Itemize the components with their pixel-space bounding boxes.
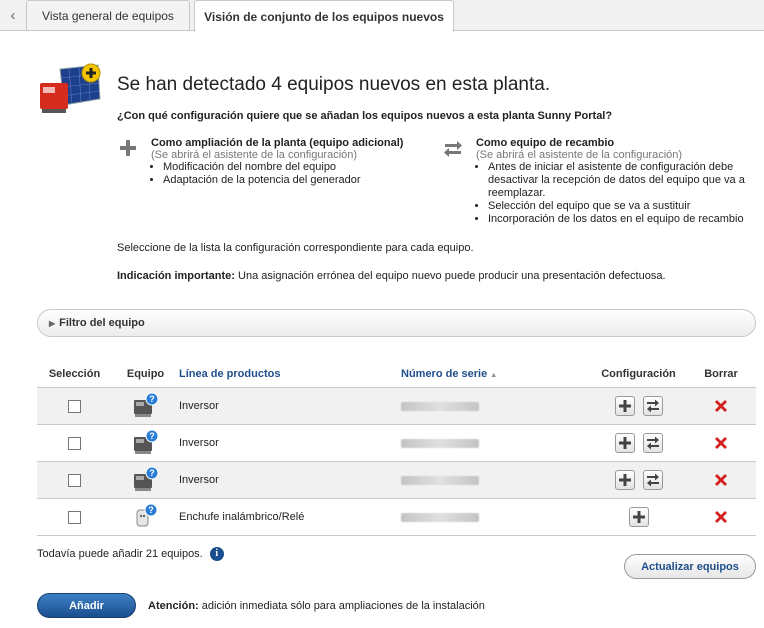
row-checkbox[interactable] (68, 510, 81, 524)
option-extension: Como ampliación de la planta (equipo adi… (151, 137, 441, 187)
table-row: ? Inversor (37, 461, 756, 499)
row-product-line: Inversor (179, 387, 401, 425)
remaining-devices: Todavía puede añadir 21 equipos. i (37, 547, 224, 561)
row-product-line: Enchufe inalámbrico/Relé (179, 498, 401, 536)
important-label: Indicación importante: (117, 270, 235, 282)
add-as-replacement-button[interactable] (642, 396, 663, 416)
row-product-line: Inversor (179, 461, 401, 499)
attention-note: Atención: adición inmediata sólo para am… (148, 600, 485, 612)
serial-number-redacted (401, 512, 479, 522)
update-devices-button[interactable]: Actualizar equipos (624, 554, 756, 579)
inverter-icon: ? (133, 392, 158, 417)
tab-bar: ‹ Vista general de equipos Visión de con… (0, 0, 764, 32)
row-checkbox[interactable] (68, 436, 81, 450)
table-row: ? Inversor (37, 387, 756, 425)
option-extension-item: Adaptación de la potencia del generador (163, 174, 441, 187)
table-row: ? Enchufe inalámbrico/Relé (37, 498, 756, 536)
attention-label: Atención: (148, 600, 199, 612)
option-replacement-item: Incorporación de los datos en el equipo … (488, 213, 756, 226)
inverter-icon: ? (133, 429, 158, 454)
page-title: Se han detectado 4 equipos nuevos en est… (117, 74, 551, 95)
attention-text: adición inmediata sólo para ampliaciones… (198, 600, 485, 612)
option-extension-heading: Como ampliación de la planta (equipo adi… (151, 137, 404, 149)
row-checkbox[interactable] (68, 473, 81, 487)
option-extension-item: Modificación del nombre del equipo (163, 161, 441, 174)
plus-icon (120, 140, 136, 156)
col-product-line[interactable]: Línea de productos (179, 360, 401, 388)
row-product-line: Inversor (179, 424, 401, 462)
option-extension-note: (Se abrirá el asistente de la configurac… (151, 149, 358, 161)
device-filter-label: Filtro del equipo (59, 317, 145, 329)
option-replacement-note: (Se abrirá el asistente de la configurac… (476, 149, 683, 161)
add-as-replacement-button[interactable] (642, 433, 663, 453)
add-as-extension-button[interactable] (614, 396, 635, 416)
tab-overview[interactable]: Vista general de equipos (26, 0, 190, 30)
col-serial-label: Número de serie (401, 367, 488, 380)
table-header-row: Selección Equipo Línea de productos Núme… (37, 360, 756, 388)
row-checkbox[interactable] (68, 399, 81, 413)
delete-icon[interactable] (713, 398, 729, 414)
inverter-icon: ? (133, 466, 158, 491)
add-as-extension-button[interactable] (628, 507, 649, 527)
add-as-extension-button[interactable] (614, 433, 635, 453)
svg-text:?: ? (149, 468, 155, 478)
option-replacement-heading: Como equipo de recambio (476, 137, 615, 149)
table-row: ? Inversor (37, 424, 756, 462)
delete-icon[interactable] (713, 435, 729, 451)
chevron-left-icon[interactable]: ‹ (0, 0, 26, 30)
delete-icon[interactable] (713, 472, 729, 488)
col-device: Equipo (112, 360, 179, 388)
config-question: ¿Con qué configuración quiere que se aña… (117, 110, 613, 122)
add-button[interactable]: Añadir (37, 593, 136, 618)
tab-new-devices[interactable]: Visión de conjunto de los equipos nuevos (194, 0, 454, 32)
svg-text:?: ? (149, 431, 155, 441)
option-replacement-item: Selección del equipo que se va a sustitu… (488, 200, 756, 213)
col-config: Configuración (591, 360, 686, 388)
col-product-line-label: Línea de productos (179, 367, 281, 380)
important-text: Una asignación errónea del equipo nuevo … (234, 270, 666, 282)
expand-triangle-icon: ▶ (49, 318, 56, 328)
important-note: Indicación importante: Una asignación er… (117, 270, 666, 282)
option-replacement-item: Antes de iniciar el asistente de configu… (488, 161, 756, 200)
option-replacement: Como equipo de recambio (Se abrirá el as… (476, 137, 756, 226)
info-icon[interactable]: i (209, 547, 224, 561)
device-filter-toggle[interactable]: ▶ Filtro del equipo (37, 309, 756, 337)
wireless-plug-icon: ? (136, 503, 157, 526)
col-selection: Selección (37, 360, 112, 388)
instruction-text: Seleccione de la lista la configuración … (117, 242, 474, 254)
serial-number-redacted (401, 475, 479, 485)
col-delete: Borrar (686, 360, 756, 388)
serial-number-redacted (401, 401, 479, 411)
svg-text:?: ? (148, 505, 154, 515)
new-devices-table: Selección Equipo Línea de productos Núme… (37, 360, 756, 536)
serial-number-redacted (401, 438, 479, 448)
add-as-extension-button[interactable] (614, 470, 635, 490)
add-as-replacement-button[interactable] (642, 470, 663, 490)
svg-text:?: ? (149, 394, 155, 404)
remaining-devices-text: Todavía puede añadir 21 equipos. (37, 548, 203, 560)
delete-icon[interactable] (713, 509, 729, 525)
swap-icon (444, 141, 462, 157)
sort-asc-icon: ▲ (490, 371, 498, 379)
new-device-hero-icon (40, 63, 101, 113)
col-serial[interactable]: Número de serie ▲ (401, 360, 591, 388)
